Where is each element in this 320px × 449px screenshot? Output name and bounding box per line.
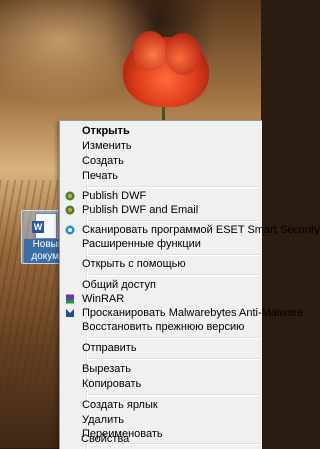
word-document-icon: W bbox=[32, 213, 57, 239]
menu-item-label: Создать bbox=[82, 155, 124, 167]
menu-separator bbox=[88, 274, 260, 276]
menu-item-label: Отправить bbox=[82, 342, 137, 354]
menu-separator bbox=[88, 394, 260, 396]
menu-item-open[interactable]: Открыть bbox=[62, 124, 262, 138]
menu-item-label: Сканировать программой ESET Smart Securi… bbox=[82, 224, 320, 236]
eset-icon bbox=[65, 225, 75, 235]
menu-item-label: WinRAR bbox=[82, 293, 125, 305]
word-badge: W bbox=[32, 221, 44, 233]
menu-item-label: Создать ярлык bbox=[82, 399, 158, 411]
menu-item-restore-previous[interactable]: Восстановить прежнюю версию bbox=[62, 320, 262, 334]
winrar-icon bbox=[66, 294, 74, 304]
menu-separator bbox=[88, 220, 260, 222]
menu-item-publish-dwf-email[interactable]: Publish DWF and Email bbox=[62, 203, 262, 217]
menu-item-print[interactable]: Печать bbox=[62, 169, 262, 183]
menu-item-label: Изменить bbox=[82, 140, 132, 152]
menu-item-label: Свойства bbox=[81, 433, 130, 445]
menu-separator bbox=[88, 358, 260, 360]
menu-item-label: Открыть с помощью bbox=[82, 258, 186, 270]
menu-item-edit[interactable]: Изменить bbox=[62, 139, 262, 153]
menu-item-publish-dwf[interactable]: Publish DWF bbox=[62, 189, 262, 203]
menu-item-sharing[interactable]: Общий доступ bbox=[62, 278, 262, 292]
menu-item-label: Открыть bbox=[82, 125, 130, 137]
dwf-icon bbox=[65, 191, 75, 201]
menu-item-label: Печать bbox=[82, 170, 119, 182]
menu-item-eset-scan[interactable]: Сканировать программой ESET Smart Securi… bbox=[62, 223, 320, 237]
menu-item-open-with[interactable]: Открыть с помощью bbox=[62, 257, 262, 271]
menu-separator bbox=[88, 186, 260, 188]
menu-item-label: Восстановить прежнюю версию bbox=[82, 321, 245, 333]
menu-item-label: Копировать bbox=[82, 378, 142, 390]
menu-item-copy[interactable]: Копировать bbox=[62, 377, 262, 391]
menu-item-label: Publish DWF and Email bbox=[82, 204, 199, 216]
menu-item-winrar[interactable]: WinRAR bbox=[62, 292, 262, 306]
menu-item-create-shortcut[interactable]: Создать ярлык bbox=[62, 398, 262, 412]
menu-item-label: Publish DWF bbox=[82, 190, 147, 202]
menu-separator bbox=[88, 254, 260, 256]
menu-item-label: Общий доступ bbox=[82, 279, 156, 291]
menu-item-delete[interactable]: Удалить bbox=[62, 413, 262, 427]
menu-item-cut[interactable]: Вырезать bbox=[62, 362, 262, 376]
menu-item-malwarebytes-scan[interactable]: Просканировать Malwarebytes Anti-Malware bbox=[62, 306, 303, 320]
menu-item-label: Удалить bbox=[82, 414, 124, 426]
menu-item-properties[interactable]: Свойства bbox=[61, 432, 261, 446]
menu-item-label: Вырезать bbox=[82, 363, 131, 375]
menu-item-advanced-functions[interactable]: Расширенные функции bbox=[62, 237, 262, 251]
menu-item-label: Расширенные функции bbox=[82, 238, 201, 250]
context-menu: Открыть Изменить Создать Печать Publish … bbox=[59, 120, 320, 449]
poppy-flower bbox=[123, 31, 209, 107]
menu-item-new[interactable]: Создать bbox=[62, 154, 262, 168]
menu-item-label: Просканировать Malwarebytes Anti-Malware bbox=[82, 307, 304, 319]
menu-item-send-to[interactable]: Отправить bbox=[62, 341, 262, 355]
menu-separator bbox=[88, 337, 260, 339]
malwarebytes-icon bbox=[66, 309, 74, 317]
dwf-email-icon bbox=[65, 205, 75, 215]
